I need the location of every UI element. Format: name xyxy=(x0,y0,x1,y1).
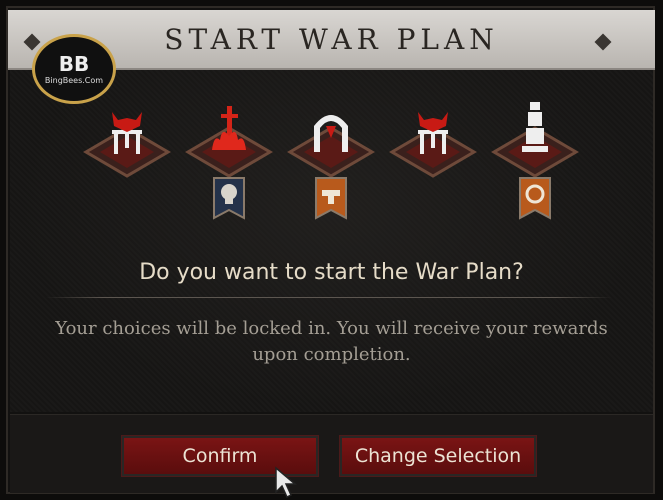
anvil-banner-icon xyxy=(315,177,347,220)
dialog-question: Do you want to start the War Plan? xyxy=(139,260,524,285)
change-selection-button[interactable]: Change Selection xyxy=(339,435,537,477)
plan-step-5[interactable] xyxy=(490,100,580,225)
dialog-title: START WAR PLAN xyxy=(164,22,499,56)
plan-step-1[interactable] xyxy=(82,100,172,225)
watermark-logo: BB BingBees.Com xyxy=(32,34,116,104)
header-right-ornament xyxy=(594,33,612,51)
plan-step-2[interactable] xyxy=(184,100,274,225)
tower-icon xyxy=(491,102,579,220)
watermark-text: BingBees.Com xyxy=(44,75,104,85)
plan-step-3[interactable] xyxy=(286,100,376,225)
demon-gate-icon xyxy=(389,112,477,178)
plan-step-4[interactable] xyxy=(388,100,478,225)
flame-sword-icon xyxy=(185,106,273,220)
header-left-ornament xyxy=(23,33,41,51)
ring-banner-icon xyxy=(519,177,551,220)
arch-gate-icon xyxy=(287,115,375,220)
mouse-cursor-icon xyxy=(275,466,298,499)
demon-gate-icon xyxy=(83,112,171,178)
war-plan-steps xyxy=(82,100,582,230)
dialog-footer xyxy=(10,414,653,493)
dialog-body-text: Your choices will be locked in. You will… xyxy=(55,318,608,365)
watermark-mark: BB xyxy=(58,51,90,76)
content-divider xyxy=(46,297,612,298)
skull-banner-icon xyxy=(213,177,245,220)
